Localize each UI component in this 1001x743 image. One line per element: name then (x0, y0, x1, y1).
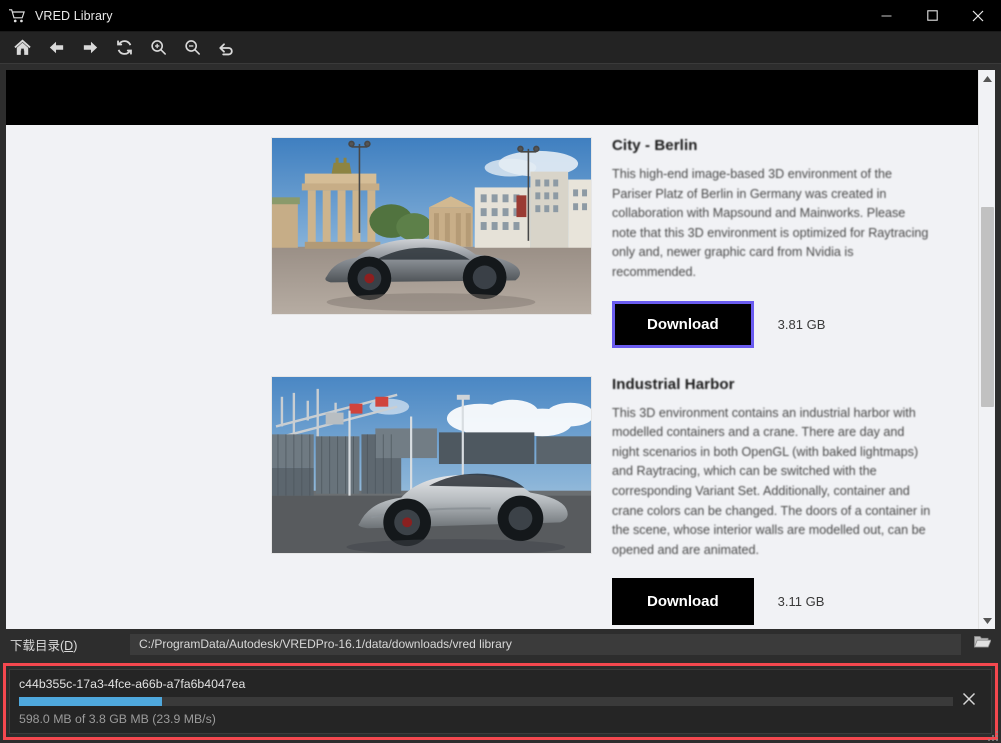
download-directory-row: 下载目录(D) C:/ProgramData/Autodesk/VREDPro-… (0, 629, 1001, 659)
browse-folder-button[interactable] (971, 635, 993, 654)
resize-grip[interactable] (986, 729, 999, 742)
item-title: City - Berlin (612, 137, 698, 154)
magnifier-plus-icon (149, 38, 168, 57)
card-body: City - Berlin This high-end image-based … (612, 137, 957, 348)
download-row: Download 3.11 GB (612, 578, 933, 626)
list-item: City - Berlin This high-end image-based … (6, 125, 978, 348)
card-body: Industrial Harbor This 3D environment co… (612, 376, 957, 626)
arrow-left-icon (47, 38, 66, 57)
item-description: This 3D environment contains an industri… (612, 405, 931, 557)
zoom-in-button[interactable] (142, 33, 174, 63)
home-button[interactable] (6, 33, 38, 63)
download-filename: c44b355c-17a3-4fce-a66b-a7fa6b4047ea (19, 677, 246, 691)
download-button[interactable]: Download (612, 578, 754, 626)
download-button[interactable]: Download (612, 300, 754, 348)
shopping-cart-icon (8, 8, 26, 24)
thumbnail-industrial-harbor[interactable] (271, 375, 592, 554)
item-size: 3.81 GB (777, 316, 826, 332)
close-x-icon (962, 692, 976, 711)
download-directory-input[interactable]: C:/ProgramData/Autodesk/VREDPro-16.1/dat… (130, 633, 961, 655)
download-status-text: 598.0 MB of 3.8 GB MB (23.9 MB/s) (19, 712, 216, 726)
back-button[interactable] (40, 33, 72, 63)
item-size: 3.11 GB (777, 594, 825, 610)
maximize-button[interactable] (909, 0, 955, 32)
navigation-toolbar (0, 32, 1001, 64)
library-list: City - Berlin This high-end image-based … (6, 125, 978, 626)
thumbnail-berlin[interactable] (271, 137, 592, 315)
undo-arrow-icon (217, 38, 236, 57)
forward-button[interactable] (74, 33, 106, 63)
refresh-icon (115, 38, 134, 57)
download-progress-fill (19, 697, 162, 706)
title-bar-left: VRED Library (0, 8, 113, 24)
list-item: Industrial Harbor This 3D environment co… (6, 348, 978, 626)
web-view-area: City - Berlin This high-end image-based … (6, 70, 995, 629)
window-title: VRED Library (35, 8, 113, 23)
cancel-download-button[interactable] (953, 686, 985, 718)
zoom-out-button[interactable] (176, 33, 208, 63)
open-folder-icon (973, 635, 992, 654)
home-icon (13, 38, 32, 57)
magnifier-minus-icon (183, 38, 202, 57)
library-content: City - Berlin This high-end image-based … (6, 70, 978, 629)
download-item-info: c44b355c-17a3-4fce-a66b-a7fa6b4047ea 598… (19, 677, 953, 726)
vred-library-window: VRED Library City - Berlin This high-end… (0, 0, 1001, 743)
download-row: Download 3.81 GB (612, 300, 933, 348)
reset-button[interactable] (210, 33, 242, 63)
scroll-up-arrow[interactable] (979, 70, 995, 87)
minimize-button[interactable] (863, 0, 909, 32)
vertical-scrollbar[interactable] (978, 70, 995, 629)
item-description: This high-end image-based 3D environment… (612, 167, 929, 279)
reload-button[interactable] (108, 33, 140, 63)
download-item: c44b355c-17a3-4fce-a66b-a7fa6b4047ea 598… (9, 669, 992, 734)
active-downloads-panel: c44b355c-17a3-4fce-a66b-a7fa6b4047ea 598… (3, 663, 998, 740)
scrollbar-thumb[interactable] (981, 207, 994, 407)
page-banner (6, 70, 978, 125)
download-directory-label: 下载目录(D) (10, 638, 78, 653)
scroll-down-arrow[interactable] (979, 612, 995, 629)
title-bar: VRED Library (0, 0, 1001, 32)
arrow-right-icon (81, 38, 100, 57)
download-progress-bar (19, 697, 953, 706)
scrollbar-track[interactable] (979, 87, 995, 612)
close-button[interactable] (955, 0, 1001, 32)
item-title: Industrial Harbor (612, 375, 735, 393)
